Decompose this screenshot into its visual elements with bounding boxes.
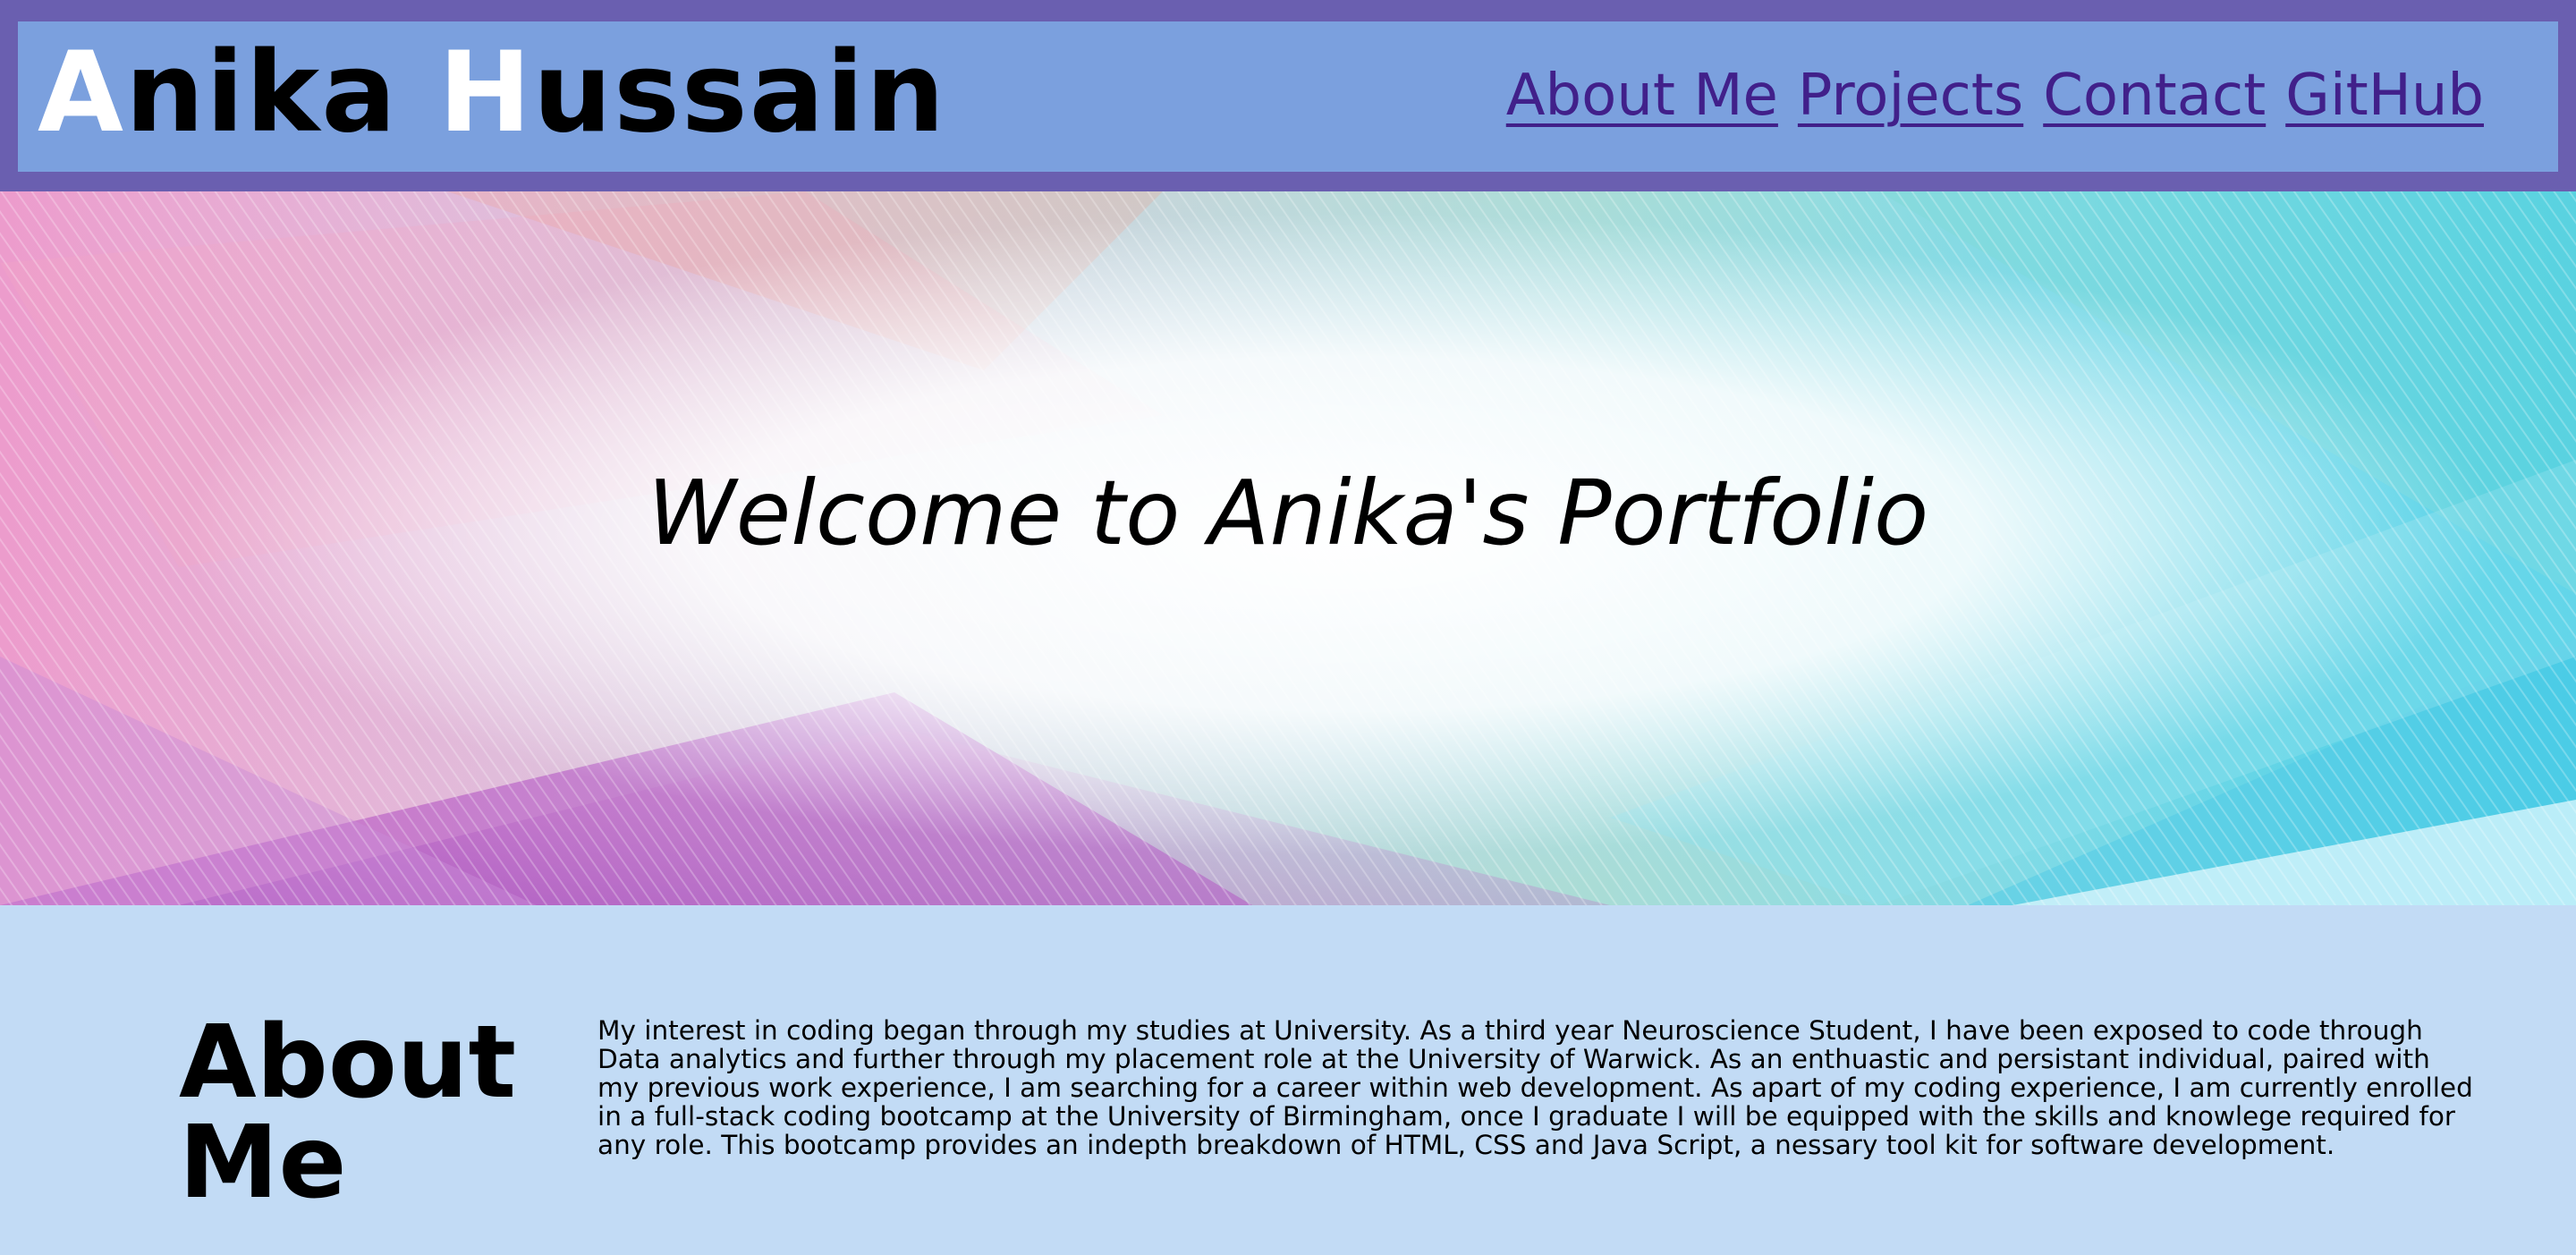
header-bar: Anika Hussain About Me Projects Contact … [18,21,2558,172]
about-heading: About Me [179,1005,517,1221]
hero-title: Welcome to Anika's Portfolio [647,461,1929,565]
logo-first-name-rest: nika [124,29,439,157]
logo-initial-last: H [438,29,533,157]
nav-link-contact[interactable]: Contact [2043,60,2266,131]
about-paragraph: My interest in coding began through my s… [597,1015,2473,1160]
hero-banner: Welcome to Anika's Portfolio [0,191,2576,905]
logo-last-name-rest: ussain [532,29,947,157]
main-nav: About Me Projects Contact GitHub [1506,60,2484,131]
about-section: About Me My interest in coding began thr… [0,905,2576,1255]
site-logo-name: Anika Hussain [38,38,946,148]
nav-link-github[interactable]: GitHub [2285,60,2484,131]
nav-link-about-me[interactable]: About Me [1506,60,1778,131]
logo-initial-first: A [38,29,125,157]
site-header: Anika Hussain About Me Projects Contact … [0,0,2576,191]
nav-link-projects[interactable]: Projects [1798,60,2023,131]
